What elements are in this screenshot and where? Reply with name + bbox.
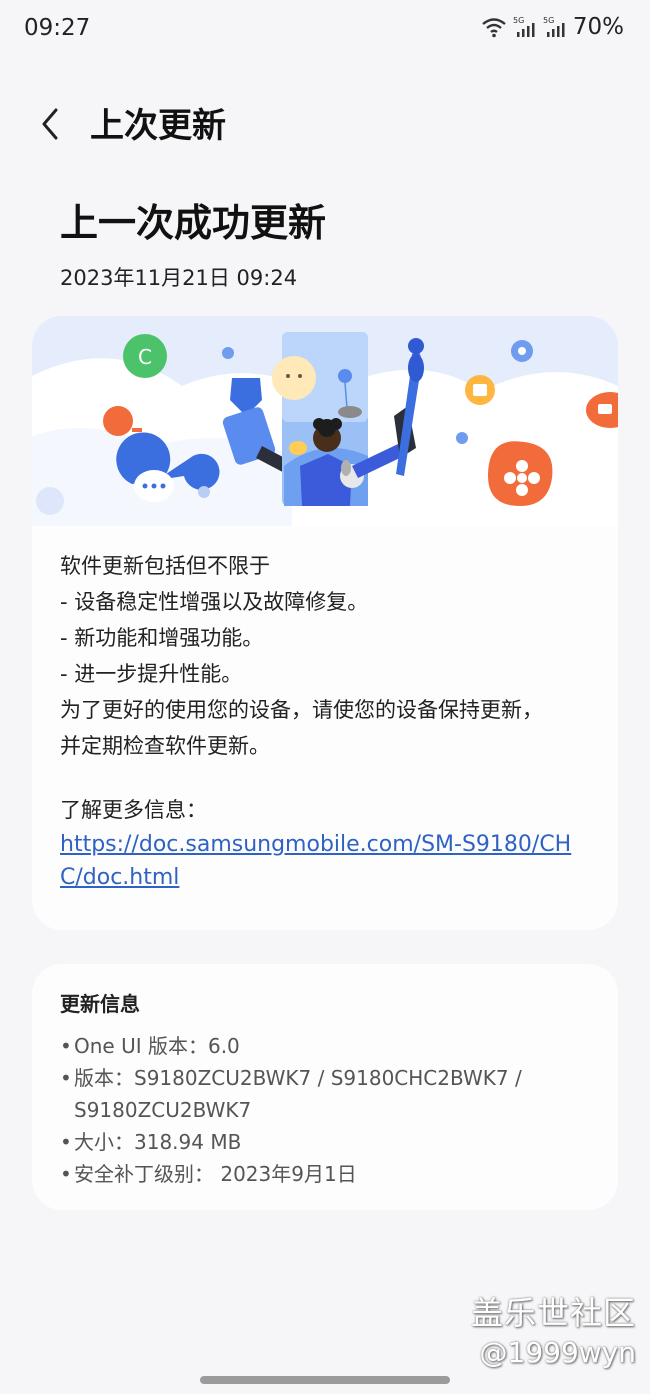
signal-5g-icon: 5G xyxy=(543,16,565,37)
info-text: 安全补丁级别： 2023年9月1日 xyxy=(74,1162,357,1186)
last-update-date: 2023年11月21日 09:24 xyxy=(60,266,298,290)
wifi-icon xyxy=(482,18,506,38)
more-info-link[interactable]: https://doc.samsungmobile.com/SM-S9180/C… xyxy=(60,828,580,894)
status-icons: 5G 5G 70% xyxy=(481,14,624,40)
description-line: 并定期检查软件更新。 xyxy=(60,734,270,758)
description-line: 为了更好的使用您的设备，请使您的设备保持更新， xyxy=(60,698,543,722)
bullet: • xyxy=(60,1066,72,1090)
info-item-build-version: • 版本：S9180ZCU2BWK7 / S9180CHC2BWK7 / S91… xyxy=(60,1062,600,1126)
description-line: 软件更新包括但不限于 xyxy=(60,554,270,578)
last-update-title: 上一次成功更新 xyxy=(60,201,327,245)
info-item-security-patch: • 安全补丁级别： 2023年9月1日 xyxy=(60,1158,600,1190)
svg-text:C: C xyxy=(138,345,152,369)
watermark-community: 盖乐世社区 xyxy=(470,1294,636,1332)
update-info-list: • One UI 版本：6.0 • 版本：S9180ZCU2BWK7 / S91… xyxy=(60,1030,600,1190)
description-line: - 进一步提升性能。 xyxy=(60,662,243,686)
info-item-size: • 大小：318.94 MB xyxy=(60,1126,600,1158)
home-indicator[interactable] xyxy=(200,1376,450,1384)
info-text: One UI 版本：6.0 xyxy=(74,1034,240,1058)
svg-text:5G: 5G xyxy=(513,16,524,25)
battery-level: 70% xyxy=(572,14,624,40)
bullet: • xyxy=(60,1162,72,1186)
page-title: 上次更新 xyxy=(90,106,226,146)
more-info-label: 了解更多信息： xyxy=(60,798,207,822)
status-time: 09:27 xyxy=(24,15,91,41)
update-description-card: C 软件更新包括但不限于 - 设备稳定性增强以及故障修复。 - 新功能和增强功能… xyxy=(32,316,618,930)
status-bar: 09:27 5G 5G 70% xyxy=(0,0,650,56)
back-button[interactable] xyxy=(30,100,70,148)
description-line: - 新功能和增强功能。 xyxy=(60,626,264,650)
watermark-user: @1999wyn xyxy=(479,1336,636,1369)
update-info-card: 更新信息 • One UI 版本：6.0 • 版本：S9180ZCU2BWK7 … xyxy=(32,964,618,1210)
info-text: 版本：S9180ZCU2BWK7 / S9180CHC2BWK7 / S9180… xyxy=(74,1066,522,1122)
info-item-oneui-version: • One UI 版本：6.0 xyxy=(60,1030,600,1062)
back-arrow-icon xyxy=(42,108,58,140)
bullet: • xyxy=(60,1034,72,1058)
signal-5g-icon: 5G xyxy=(513,16,535,37)
update-illustration: C xyxy=(32,316,618,526)
description-line: - 设备稳定性增强以及故障修复。 xyxy=(60,590,369,614)
update-description: 软件更新包括但不限于 - 设备稳定性增强以及故障修复。 - 新功能和增强功能。 … xyxy=(60,548,600,764)
info-text: 大小：318.94 MB xyxy=(74,1130,242,1154)
bullet: • xyxy=(60,1130,72,1154)
svg-text:5G: 5G xyxy=(543,16,554,25)
app-header: 上次更新 xyxy=(0,90,650,160)
update-info-heading: 更新信息 xyxy=(60,992,140,1016)
